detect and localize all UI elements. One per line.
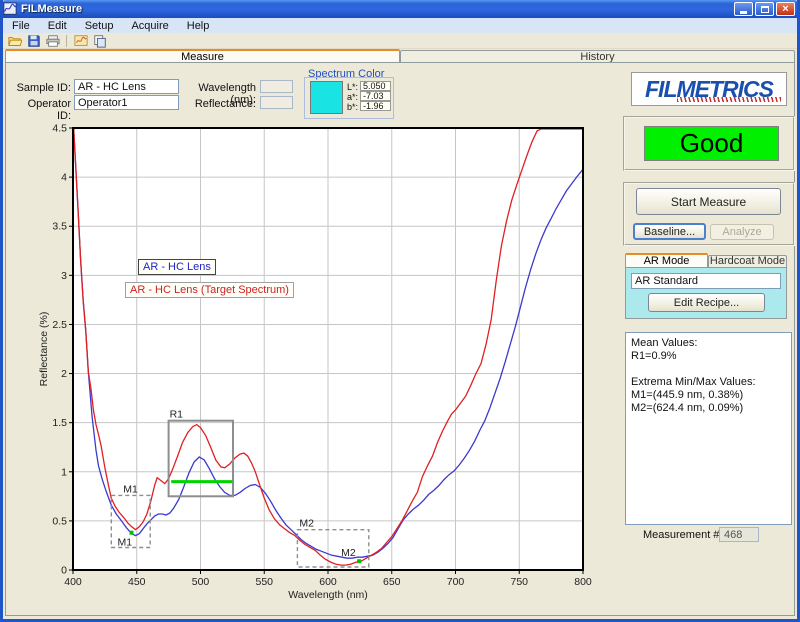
sample-id-label: Sample ID: [11, 82, 71, 94]
tab-ar-mode[interactable]: AR Mode [625, 253, 708, 267]
measurement-number-label: Measurement # [643, 529, 719, 541]
svg-text:600: 600 [319, 576, 337, 588]
svg-text:750: 750 [510, 576, 528, 588]
edit-recipe-button[interactable]: Edit Recipe... [648, 293, 765, 312]
spectrum-plot[interactable]: M1 R1 M2 M1 M2 400 450 500 550 600 650 700 750 800 0 0.… [33, 115, 603, 605]
toolbar-separator [66, 35, 67, 47]
svg-text:0.5: 0.5 [52, 515, 67, 527]
menu-item-acquire[interactable]: Acquire [122, 20, 177, 32]
logo-hatch-decoration [677, 97, 781, 102]
app-icon [3, 2, 17, 16]
reflectance-label: Reflectance: [181, 98, 256, 110]
menu-item-edit[interactable]: Edit [39, 20, 76, 32]
tab-hardcoat-mode[interactable]: Hardcoat Mode [708, 255, 787, 267]
svg-text:3: 3 [61, 270, 67, 282]
svg-text:550: 550 [255, 576, 273, 588]
operator-id-input[interactable]: Operator1 [74, 95, 179, 110]
svg-text:2.5: 2.5 [52, 319, 67, 331]
analyze-button: Analyze [710, 224, 774, 240]
menu-item-setup[interactable]: Setup [76, 20, 123, 32]
toolbar [3, 33, 797, 49]
spectrum-color-swatch [310, 81, 343, 114]
spectrum-chart: M1 R1 M2 M1 M2 400 450 500 550 600 650 700 750 800 0 0.… [33, 115, 603, 605]
copy-to-clipboard-icon[interactable] [91, 33, 108, 48]
open-file-icon[interactable] [6, 33, 23, 48]
svg-text:2: 2 [61, 368, 67, 380]
sample-id-input[interactable]: AR - HC Lens [74, 79, 179, 94]
svg-text:4: 4 [61, 172, 67, 184]
menu-item-help[interactable]: Help [178, 20, 219, 32]
svg-text:Reflectance (%): Reflectance (%) [38, 312, 50, 387]
status-indicator: Good [644, 126, 779, 161]
svg-text:3.5: 3.5 [52, 221, 67, 233]
restore-button[interactable] [755, 2, 774, 16]
main-tabs: Measure History [5, 49, 795, 63]
svg-text:450: 450 [128, 576, 146, 588]
measurement-number-field: 468 [719, 527, 759, 542]
app-window: FILMeasure × FileEditSetupAcquireHelp Me… [0, 0, 800, 622]
legend-target: AR - HC Lens (Target Spectrum) [125, 282, 294, 298]
svg-text:M2: M2 [299, 518, 314, 530]
tab-measure[interactable]: Measure [5, 49, 400, 63]
svg-text:R1: R1 [170, 409, 184, 421]
svg-text:M2: M2 [341, 547, 356, 559]
lab-l-value: 5.050 [360, 81, 391, 91]
svg-text:4.5: 4.5 [52, 123, 67, 135]
svg-text:M1: M1 [118, 537, 133, 549]
lab-a-value: -7.03 [360, 91, 391, 101]
reflectance-readout [260, 96, 293, 109]
svg-text:500: 500 [192, 576, 210, 588]
recipe-input[interactable]: AR Standard [631, 273, 781, 289]
svg-text:1.5: 1.5 [52, 417, 67, 429]
svg-text:0: 0 [61, 565, 67, 577]
svg-text:800: 800 [574, 576, 592, 588]
lab-l-label: L*: [344, 82, 358, 92]
svg-text:650: 650 [383, 576, 401, 588]
wavelength-readout [260, 80, 293, 93]
window-title: FILMeasure [21, 3, 82, 15]
baseline-button[interactable]: Baseline... [633, 223, 706, 240]
results-box: Mean Values: R1=0.9% Extrema Min/Max Val… [625, 332, 792, 525]
save-file-icon[interactable] [25, 33, 42, 48]
print-icon[interactable] [44, 33, 61, 48]
svg-text:700: 700 [447, 576, 465, 588]
title-bar[interactable]: FILMeasure × [0, 0, 800, 18]
start-measure-button[interactable]: Start Measure [636, 188, 781, 215]
svg-text:M1: M1 [123, 483, 138, 495]
legend-measured: AR - HC Lens [138, 259, 216, 275]
close-button[interactable]: × [776, 2, 795, 16]
menu-item-file[interactable]: File [3, 20, 39, 32]
svg-text:400: 400 [64, 576, 82, 588]
svg-text:1: 1 [61, 466, 67, 478]
filmetrics-logo: FILMETRICS [631, 72, 787, 106]
lab-b-label: b*: [344, 102, 358, 112]
lab-a-label: a*: [344, 92, 358, 102]
lab-b-value: -1.96 [360, 101, 391, 111]
menu-bar: FileEditSetupAcquireHelp [3, 18, 797, 33]
minimize-button[interactable] [734, 2, 753, 16]
svg-text:Wavelength (nm): Wavelength (nm) [288, 589, 368, 601]
acquire-reference-icon[interactable] [72, 33, 89, 48]
